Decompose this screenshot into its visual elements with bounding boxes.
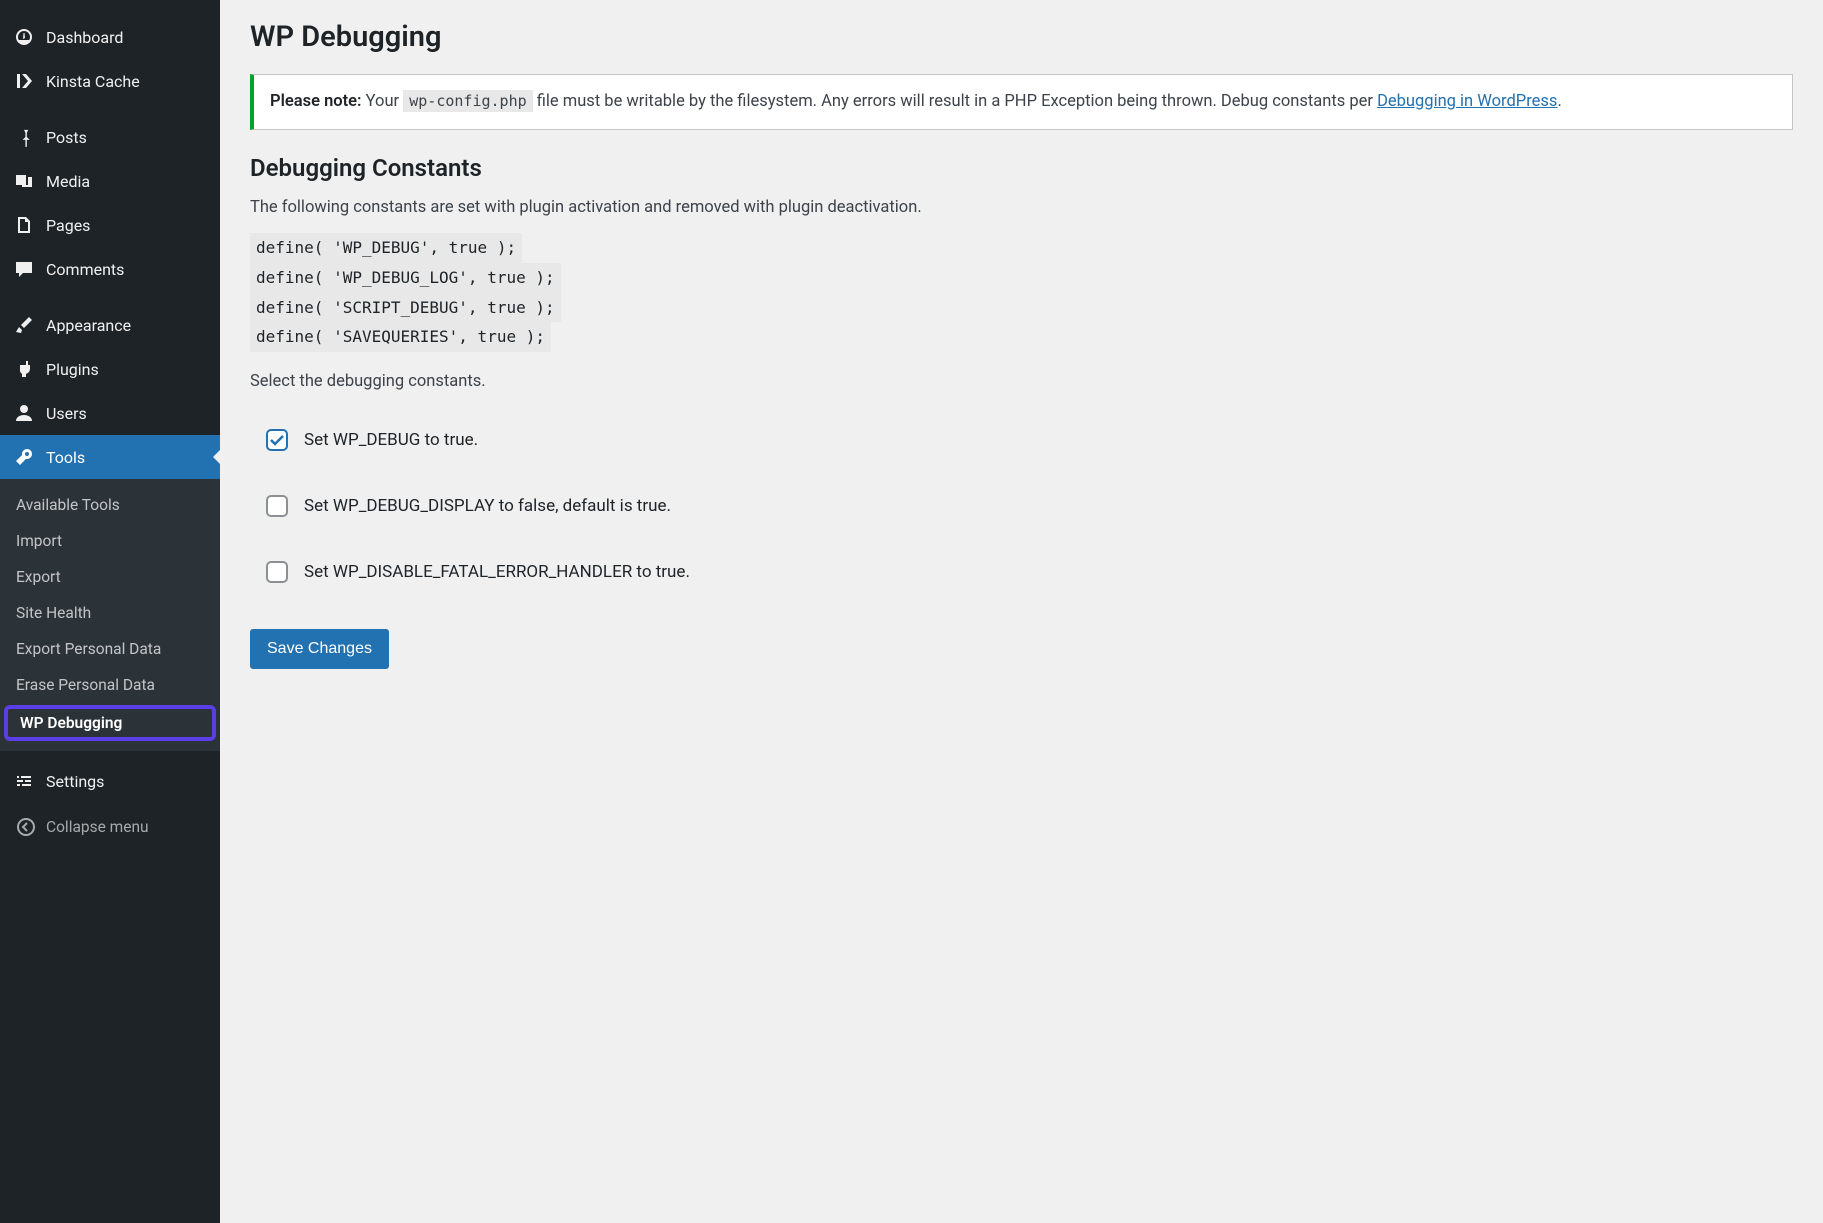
- checkbox-input[interactable]: [266, 561, 288, 583]
- submenu-item-import[interactable]: Import: [0, 523, 220, 559]
- submenu-item-export-personal-data[interactable]: Export Personal Data: [0, 631, 220, 667]
- sidebar-item-posts[interactable]: Posts: [0, 115, 220, 159]
- sidebar-item-label: Appearance: [46, 316, 131, 335]
- sidebar-item-tools[interactable]: Tools: [0, 435, 220, 479]
- code-line: define( 'WP_DEBUG', true );: [250, 233, 522, 263]
- checkbox-row-wp-debug: Set WP_DEBUG to true.: [250, 407, 1793, 473]
- menu-separator: [0, 103, 220, 115]
- sidebar-item-label: Pages: [46, 216, 90, 235]
- submenu-item-export[interactable]: Export: [0, 559, 220, 595]
- submenu-item-site-health[interactable]: Site Health: [0, 595, 220, 631]
- checkbox-row-wp-debug-display: Set WP_DEBUG_DISPLAY to false, default i…: [250, 473, 1793, 539]
- section-heading: Debugging Constants: [250, 154, 1793, 182]
- checkbox-label: Set WP_DEBUG to true.: [304, 430, 478, 450]
- admin-sidebar: Dashboard Kinsta Cache Posts Media Pages…: [0, 0, 220, 1223]
- notice-box: Please note: Your wp-config.php file mus…: [250, 74, 1793, 130]
- sidebar-item-label: Media: [46, 172, 90, 191]
- checkbox-row-fatal-error-handler: Set WP_DISABLE_FATAL_ERROR_HANDLER to tr…: [250, 539, 1793, 605]
- dashboard-icon: [12, 25, 36, 49]
- sidebar-item-label: Dashboard: [46, 28, 123, 47]
- sidebar-item-comments[interactable]: Comments: [0, 247, 220, 291]
- tools-submenu: Available Tools Import Export Site Healt…: [0, 479, 220, 751]
- sidebar-item-plugins[interactable]: Plugins: [0, 347, 220, 391]
- sidebar-item-appearance[interactable]: Appearance: [0, 303, 220, 347]
- checkbox-label: Set WP_DEBUG_DISPLAY to false, default i…: [304, 496, 671, 516]
- tools-icon: [12, 445, 36, 469]
- notice-text: Your: [362, 92, 404, 111]
- pin-icon: [12, 125, 36, 149]
- checkbox-group: Set WP_DEBUG to true. Set WP_DEBUG_DISPL…: [250, 407, 1793, 605]
- comment-icon: [12, 257, 36, 281]
- sidebar-item-label: Plugins: [46, 360, 99, 379]
- collapse-label: Collapse menu: [46, 818, 149, 836]
- submenu-item-available-tools[interactable]: Available Tools: [0, 487, 220, 523]
- sidebar-item-label: Comments: [46, 260, 124, 279]
- code-line: define( 'SAVEQUERIES', true );: [250, 322, 551, 352]
- main-content: WP Debugging Please note: Your wp-config…: [220, 0, 1823, 1223]
- kinsta-icon: [12, 69, 36, 93]
- sidebar-item-label: Users: [46, 404, 87, 423]
- sidebar-item-label: Kinsta Cache: [46, 72, 140, 91]
- sidebar-item-settings[interactable]: Settings: [0, 759, 220, 803]
- brush-icon: [12, 313, 36, 337]
- checkbox-label: Set WP_DISABLE_FATAL_ERROR_HANDLER to tr…: [304, 562, 690, 582]
- checkbox-input[interactable]: [266, 429, 288, 451]
- sidebar-item-label: Posts: [46, 128, 87, 147]
- sidebar-item-kinsta-cache[interactable]: Kinsta Cache: [0, 59, 220, 103]
- sidebar-item-media[interactable]: Media: [0, 159, 220, 203]
- submenu-item-wp-debugging[interactable]: WP Debugging: [4, 705, 216, 741]
- sidebar-item-pages[interactable]: Pages: [0, 203, 220, 247]
- page-title: WP Debugging: [250, 20, 1793, 54]
- plugin-icon: [12, 357, 36, 381]
- checkmark-icon: [269, 432, 285, 448]
- notice-text: .: [1557, 92, 1561, 111]
- sidebar-item-label: Tools: [46, 448, 85, 467]
- notice-code: wp-config.php: [403, 90, 532, 112]
- media-icon: [12, 169, 36, 193]
- page-icon: [12, 213, 36, 237]
- collapse-menu-button[interactable]: Collapse menu: [0, 803, 220, 851]
- code-line: define( 'SCRIPT_DEBUG', true );: [250, 293, 561, 323]
- sidebar-item-label: Settings: [46, 772, 104, 791]
- submenu-item-erase-personal-data[interactable]: Erase Personal Data: [0, 667, 220, 703]
- sidebar-item-users[interactable]: Users: [0, 391, 220, 435]
- notice-strong: Please note:: [270, 92, 362, 111]
- notice-link[interactable]: Debugging in WordPress: [1377, 92, 1557, 111]
- select-text: Select the debugging constants.: [250, 372, 1793, 391]
- user-icon: [12, 401, 36, 425]
- save-changes-button[interactable]: Save Changes: [250, 629, 389, 669]
- section-description: The following constants are set with plu…: [250, 198, 1793, 217]
- menu-separator: [0, 291, 220, 303]
- settings-icon: [12, 769, 36, 793]
- notice-text: file must be writable by the filesystem.…: [533, 92, 1377, 111]
- collapse-icon: [14, 815, 38, 839]
- checkbox-input[interactable]: [266, 495, 288, 517]
- code-block: define( 'WP_DEBUG', true ); define( 'WP_…: [250, 233, 1793, 351]
- code-line: define( 'WP_DEBUG_LOG', true );: [250, 263, 561, 293]
- sidebar-item-dashboard[interactable]: Dashboard: [0, 15, 220, 59]
